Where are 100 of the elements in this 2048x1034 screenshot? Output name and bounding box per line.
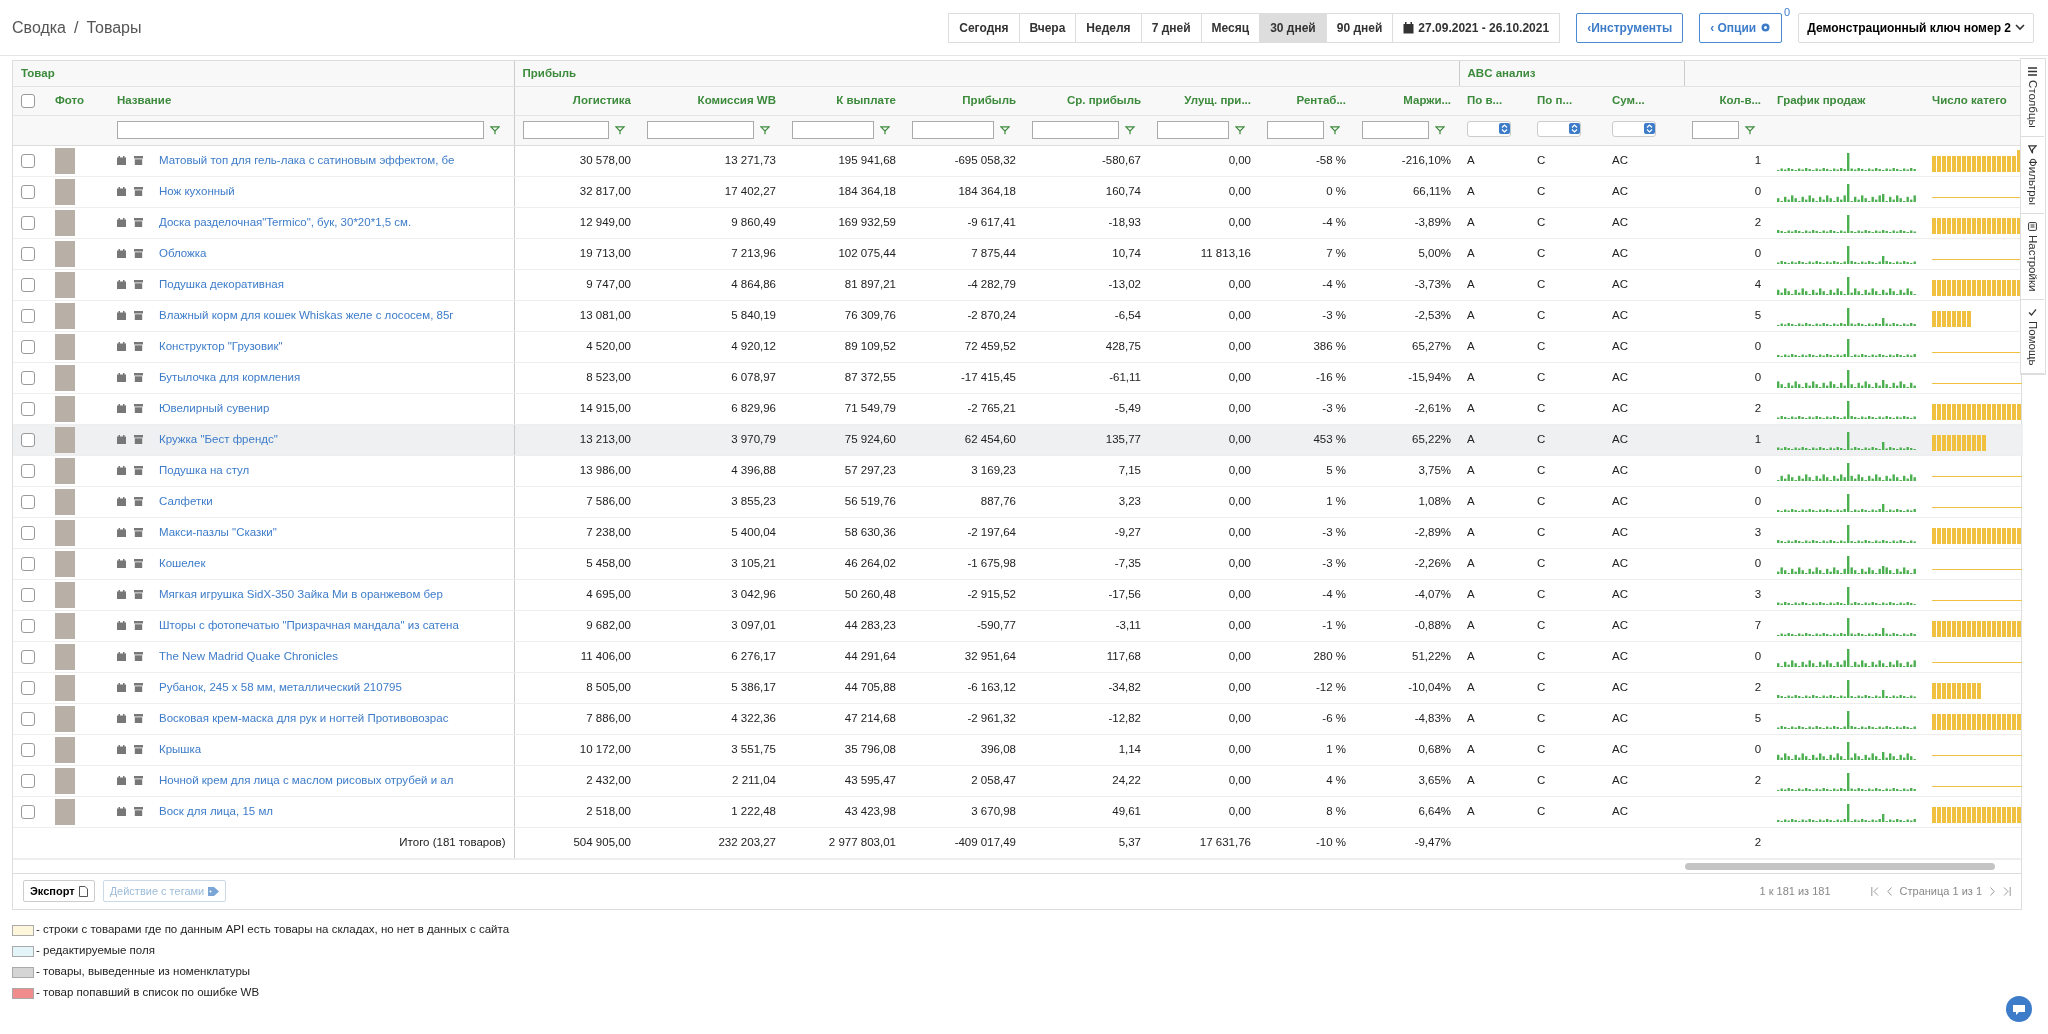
column-header[interactable]: К выплате: [836, 93, 896, 106]
period-button[interactable]: 90 дней: [1325, 12, 1394, 43]
export-button[interactable]: Экспорт: [23, 879, 95, 903]
product-link[interactable]: Макси-пазлы "Сказки": [159, 523, 277, 542]
row-checkbox[interactable]: [21, 184, 35, 199]
row-checkbox[interactable]: [21, 215, 35, 230]
row-checkbox[interactable]: [21, 401, 35, 416]
product-link[interactable]: Кошелек: [159, 554, 206, 573]
row-checkbox[interactable]: [21, 742, 35, 757]
row-checkbox[interactable]: [21, 525, 35, 540]
column-header[interactable]: Число катего: [1932, 93, 2007, 106]
column-header[interactable]: Название: [117, 93, 172, 106]
column-header[interactable]: Фото: [55, 93, 85, 106]
select-all-checkbox[interactable]: [21, 93, 35, 108]
row-checkbox[interactable]: [21, 649, 35, 664]
column-header[interactable]: Прибыль: [962, 93, 1016, 106]
filter-field[interactable]: [1267, 120, 1324, 139]
product-link[interactable]: Конструктор "Грузовик": [159, 337, 283, 356]
filter-field[interactable]: [1032, 120, 1119, 139]
period-button[interactable]: Сегодня: [948, 12, 1020, 43]
row-checkbox[interactable]: [21, 370, 35, 385]
column-header[interactable]: Ср. прибыль: [1066, 93, 1141, 106]
filter-field[interactable]: [912, 120, 994, 139]
filter-dropdown[interactable]: [1467, 120, 1512, 137]
column-header[interactable]: Кол-в...: [1719, 93, 1762, 106]
row-checkbox[interactable]: [21, 618, 35, 633]
column-header[interactable]: Улущ. при...: [1184, 93, 1251, 106]
product-link[interactable]: Восковая крем-маска для рук и ногтей Противовозрас: [159, 709, 449, 728]
period-button[interactable]: Неделя: [1075, 12, 1142, 43]
column-header[interactable]: Комиссия WB: [697, 93, 776, 106]
product-link[interactable]: Салфетки: [159, 492, 213, 511]
tools-button[interactable]: ‹Инструменты: [1576, 12, 1684, 43]
filter-field[interactable]: [1362, 120, 1430, 139]
row-checkbox[interactable]: [21, 432, 35, 447]
row-checkbox[interactable]: [21, 339, 35, 354]
row-checkbox[interactable]: [21, 680, 35, 695]
filter-field[interactable]: [117, 120, 484, 139]
table-cell: 7 %: [1326, 246, 1346, 259]
options-button[interactable]: ‹ Опции: [1699, 12, 1783, 43]
period-button[interactable]: 30 дней: [1259, 12, 1327, 43]
row-checkbox[interactable]: [21, 308, 35, 323]
period-button[interactable]: Вчера: [1018, 12, 1077, 43]
product-link[interactable]: Подушка на стул: [159, 461, 250, 480]
row-checkbox[interactable]: [21, 494, 35, 509]
product-link[interactable]: Ювелирный сувенир: [159, 399, 270, 418]
column-header[interactable]: Сум...: [1612, 93, 1645, 106]
row-checkbox[interactable]: [21, 804, 35, 819]
photo-placeholder: [55, 240, 75, 267]
table-cell: AC: [1612, 339, 1629, 352]
filter-dropdown[interactable]: [1537, 120, 1582, 137]
row-checkbox[interactable]: [21, 463, 35, 478]
table-cell: 280 %: [1313, 649, 1346, 662]
product-link[interactable]: The New Madrid Quake Chronicles: [159, 647, 338, 666]
total-cell: -409 017,49: [954, 835, 1016, 848]
product-link[interactable]: Рубанок, 245 х 58 мм, металлический 210795: [159, 678, 402, 697]
filter-field[interactable]: [522, 120, 609, 139]
column-header[interactable]: Логистика: [572, 93, 631, 106]
filter-field[interactable]: [1157, 120, 1229, 139]
filter-field[interactable]: [647, 120, 754, 139]
breadcrumb-item[interactable]: Сводка: [12, 15, 66, 40]
product-link[interactable]: Доска разделочная"Termico", бук, 30*20*1,5 см.: [159, 213, 412, 232]
product-link[interactable]: Бутылочка для кормления: [159, 368, 301, 387]
table-cell: C: [1537, 401, 1546, 414]
product-link[interactable]: Подушка декоративная: [159, 275, 284, 294]
row-checkbox[interactable]: [21, 277, 35, 292]
product-link[interactable]: Воск для лица, 15 мл: [159, 802, 273, 821]
row-checkbox[interactable]: [21, 246, 35, 261]
period-button[interactable]: 7 дней: [1140, 12, 1202, 43]
product-link[interactable]: Обложка: [159, 244, 207, 263]
table-cell: -16 %: [1315, 370, 1346, 383]
column-header[interactable]: По п...: [1537, 93, 1573, 106]
product-link[interactable]: Кружка "Бест френдс": [159, 430, 278, 449]
product-link[interactable]: Ночной крем для лица с маслом рисовых отрубей и ал: [159, 771, 454, 790]
breadcrumb-item[interactable]: Товары: [86, 15, 142, 40]
row-checkbox[interactable]: [21, 773, 35, 788]
row-checkbox[interactable]: [21, 587, 35, 602]
account-dropdown[interactable]: Демонстрационный ключ номер 2: [1798, 12, 2034, 43]
column-header[interactable]: Маржи...: [1403, 93, 1452, 106]
column-header[interactable]: График продаж: [1777, 93, 1866, 106]
row-checkbox[interactable]: [21, 556, 35, 571]
filter-field[interactable]: [1692, 120, 1740, 139]
period-button[interactable]: Месяц: [1200, 12, 1261, 43]
filter-dropdown[interactable]: [1612, 120, 1657, 137]
product-link[interactable]: Шторы с фотопечатью "Призрачная мандала" из сатена: [159, 616, 459, 635]
product-link[interactable]: Матовый топ для гель-лака с сатиновым эффектом, бе: [159, 151, 455, 170]
filter-field[interactable]: [792, 120, 874, 139]
product-link[interactable]: Мягкая игрушка SidX-350 Зайка Ми в оранжевом бер: [159, 585, 443, 604]
product-link[interactable]: Нож кухонный: [159, 182, 235, 201]
product-link[interactable]: Влажный корм для кошек Whiskas желе с лососем, 85г: [159, 306, 454, 325]
scrollbar-thumb[interactable]: [1685, 862, 1995, 870]
table-cell: 30 578,00: [579, 153, 631, 166]
product-link[interactable]: Крышка: [159, 740, 202, 759]
chat-icon[interactable]: [2006, 996, 2032, 1022]
date-range-button[interactable]: 27.09.2021 - 26.10.2021: [1392, 12, 1561, 43]
column-header[interactable]: Рентаб...: [1296, 93, 1346, 106]
row-checkbox[interactable]: [21, 153, 35, 168]
table-cell: A: [1467, 618, 1475, 631]
table-cell: 5 458,00: [586, 556, 631, 569]
row-checkbox[interactable]: [21, 711, 35, 726]
column-header[interactable]: По в...: [1467, 93, 1503, 106]
